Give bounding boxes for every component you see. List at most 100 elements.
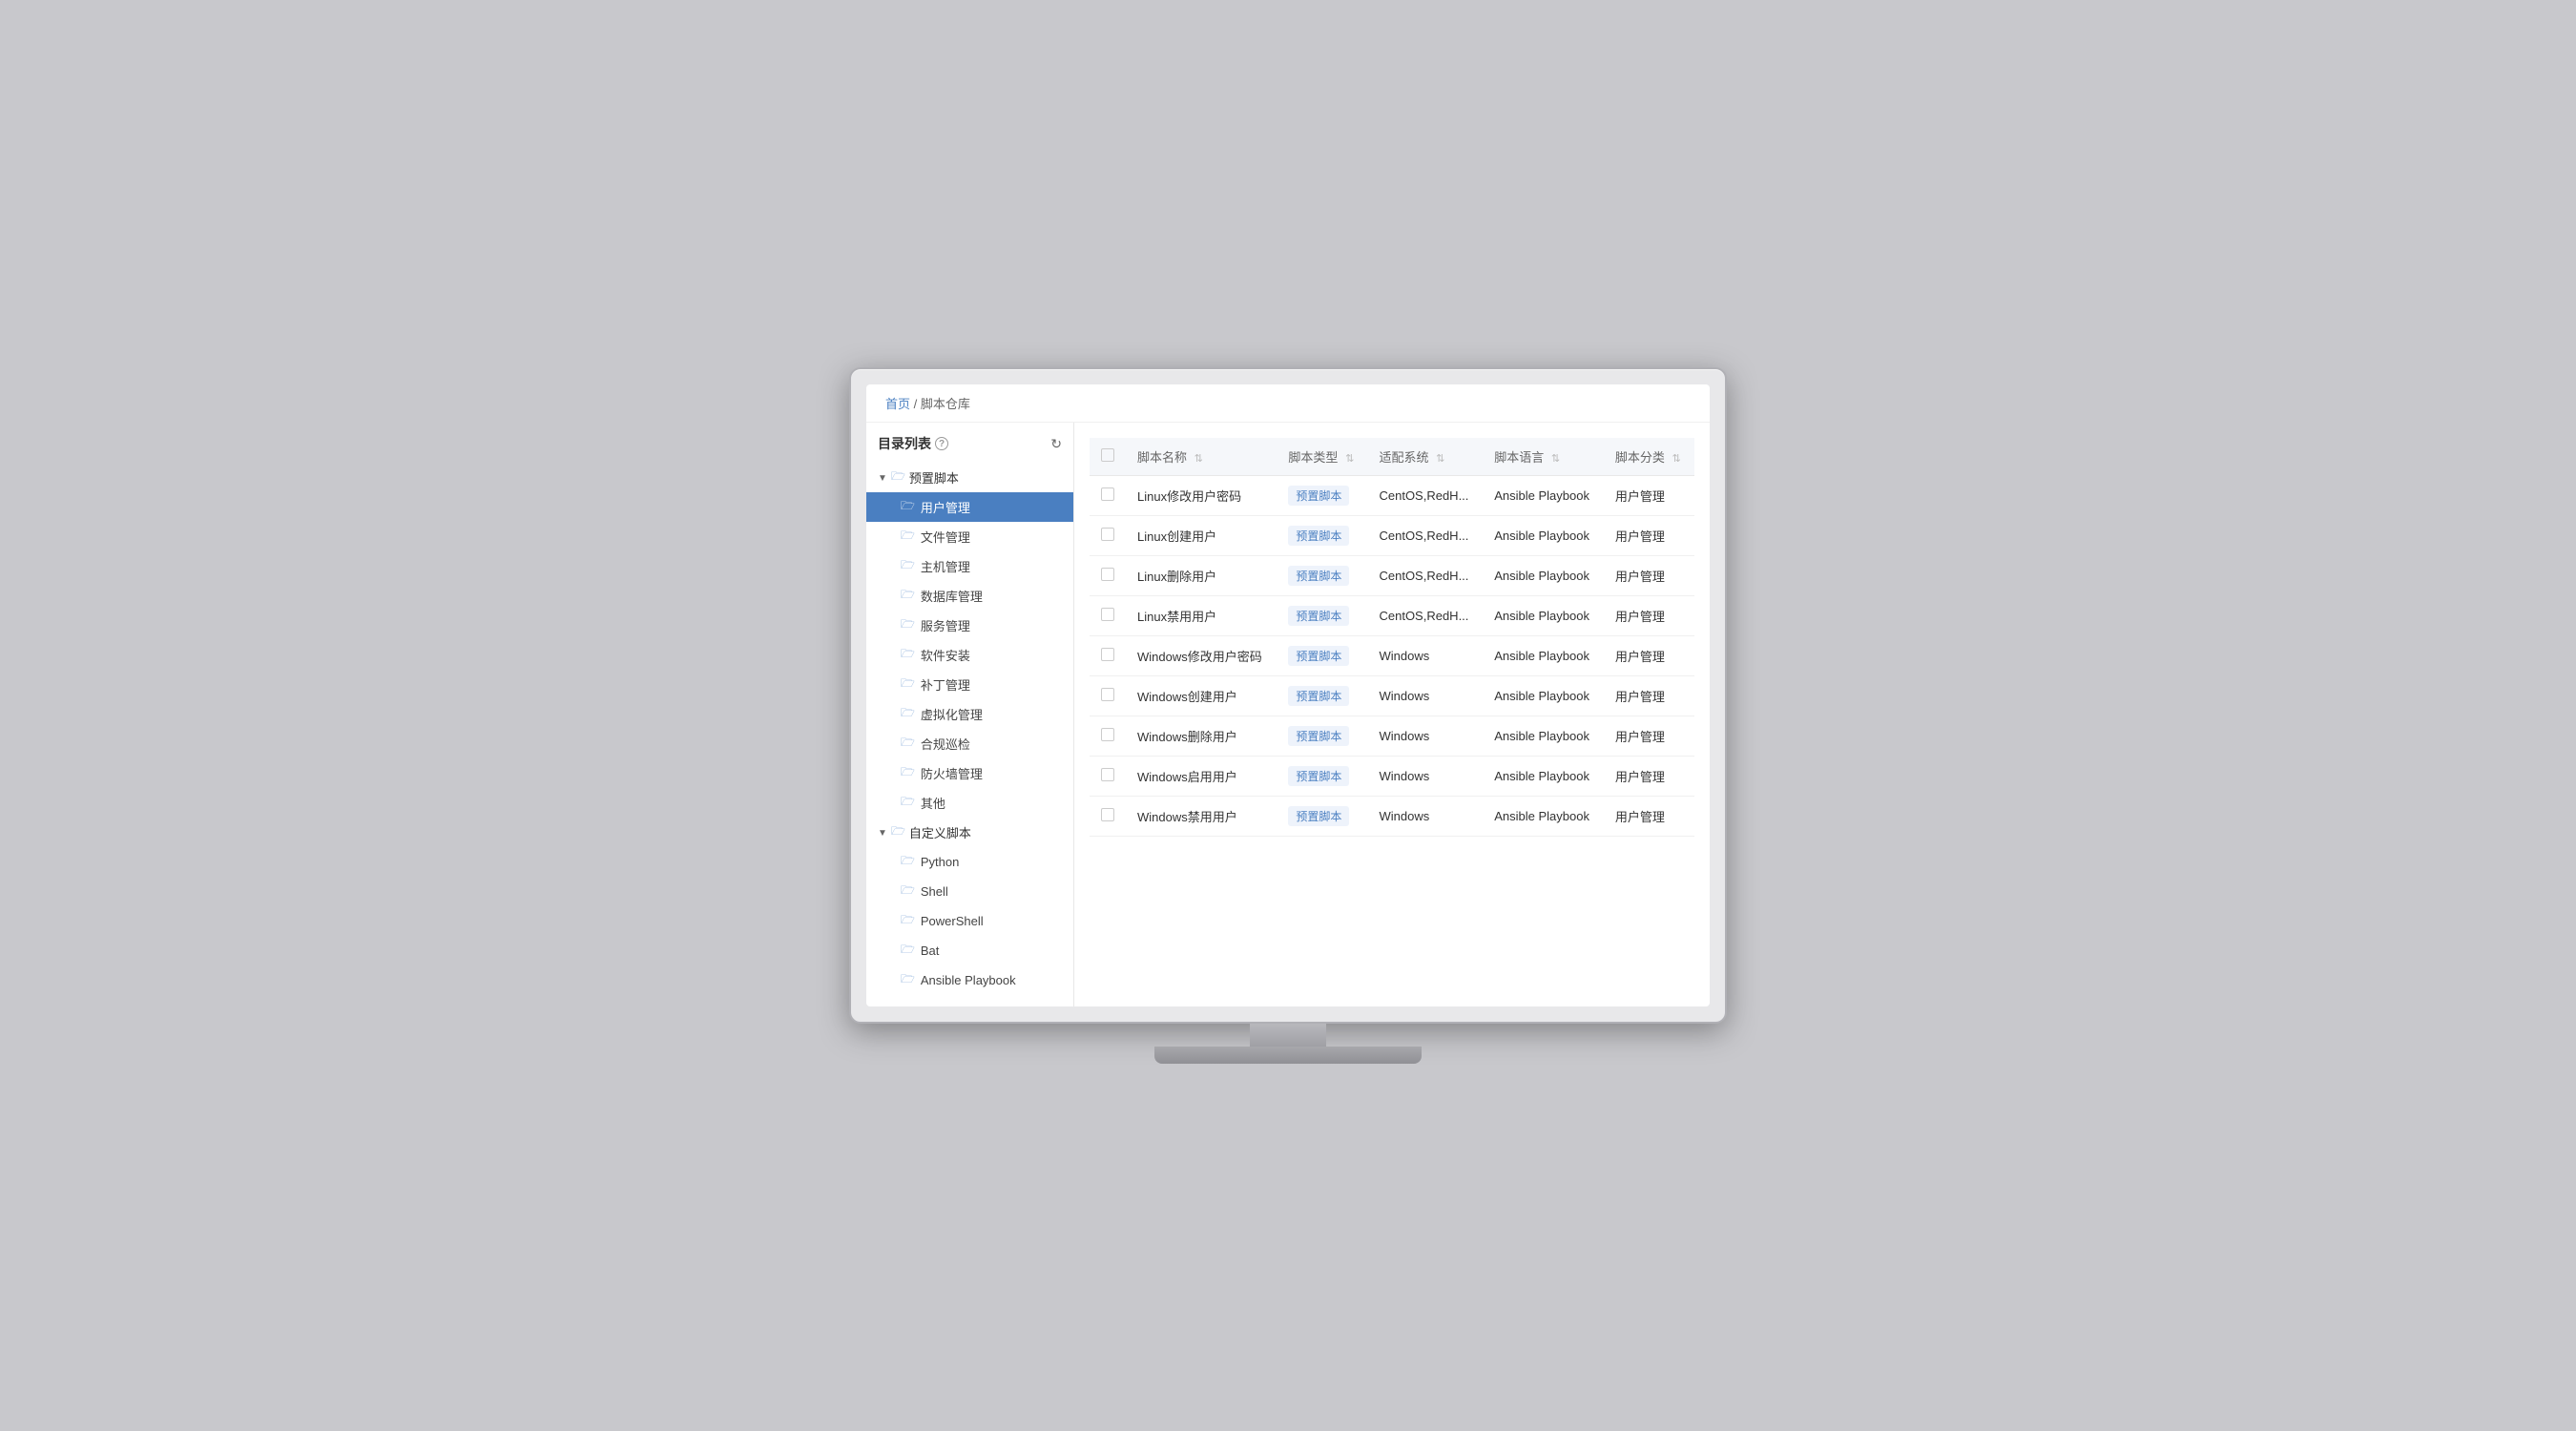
row-type-0: 预置脚本 bbox=[1277, 476, 1367, 516]
folder-icon-powershell: 🗁 bbox=[901, 911, 915, 931]
refresh-icon[interactable]: ↻ bbox=[1050, 436, 1062, 452]
arrow-custom: ▼ bbox=[878, 828, 887, 838]
row-os-8: Windows bbox=[1367, 797, 1483, 837]
sidebar-item-host-mgmt[interactable]: 🗁 主机管理 bbox=[866, 551, 1073, 581]
select-all-checkbox[interactable] bbox=[1101, 448, 1114, 462]
row-checkbox-7[interactable] bbox=[1101, 768, 1114, 781]
table-header-row: 脚本名称 ⇅ 脚本类型 ⇅ 适配系统 ⇅ bbox=[1090, 438, 1694, 476]
table-row[interactable]: Linux创建用户 预置脚本 CentOS,RedH... Ansible Pl… bbox=[1090, 516, 1694, 556]
row-lang-5: Ansible Playbook bbox=[1483, 676, 1604, 716]
folder-icon-file-mgmt: 🗁 bbox=[901, 527, 915, 547]
sidebar-label-shell: Shell bbox=[921, 884, 948, 899]
row-category-3: 用户管理 bbox=[1604, 596, 1694, 636]
header-type: 脚本类型 ⇅ bbox=[1277, 438, 1367, 476]
sort-icon-lang[interactable]: ⇅ bbox=[1551, 452, 1560, 465]
table-row[interactable]: Linux禁用用户 预置脚本 CentOS,RedH... Ansible Pl… bbox=[1090, 596, 1694, 636]
table-row[interactable]: Linux修改用户密码 预置脚本 CentOS,RedH... Ansible … bbox=[1090, 476, 1694, 516]
sidebar-item-db-mgmt[interactable]: 🗁 数据库管理 bbox=[866, 581, 1073, 611]
sidebar-item-firewall-mgmt[interactable]: 🗁 防火墙管理 bbox=[866, 758, 1073, 788]
row-checkbox-3[interactable] bbox=[1101, 608, 1114, 621]
header-category: 脚本分类 ⇅ bbox=[1604, 438, 1694, 476]
folder-icon-preset: 🗁 bbox=[891, 467, 905, 487]
row-category-7: 用户管理 bbox=[1604, 757, 1694, 797]
header-os: 适配系统 ⇅ bbox=[1367, 438, 1483, 476]
row-checkbox-cell bbox=[1090, 797, 1126, 837]
header-name: 脚本名称 ⇅ bbox=[1126, 438, 1277, 476]
folder-icon-shell: 🗁 bbox=[901, 881, 915, 902]
row-category-2: 用户管理 bbox=[1604, 556, 1694, 596]
table-row[interactable]: Windows禁用用户 预置脚本 Windows Ansible Playboo… bbox=[1090, 797, 1694, 837]
row-checkbox-6[interactable] bbox=[1101, 728, 1114, 741]
folder-icon-compliance: 🗁 bbox=[901, 734, 915, 754]
sidebar-item-bat[interactable]: 🗁 Bat bbox=[866, 936, 1073, 965]
sidebar-item-ansible[interactable]: 🗁 Ansible Playbook bbox=[866, 965, 1073, 995]
row-name-2: Linux删除用户 bbox=[1126, 556, 1277, 596]
tree-group-preset[interactable]: ▼ 🗁 预置脚本 bbox=[866, 463, 1073, 492]
header-lang: 脚本语言 ⇅ bbox=[1483, 438, 1604, 476]
row-lang-0: Ansible Playbook bbox=[1483, 476, 1604, 516]
sidebar-header: 目录列表 ? ↻ bbox=[866, 434, 1073, 463]
sidebar-label-db-mgmt: 数据库管理 bbox=[921, 587, 983, 605]
sidebar-item-python[interactable]: 🗁 Python bbox=[866, 847, 1073, 877]
folder-icon-firewall-mgmt: 🗁 bbox=[901, 763, 915, 783]
folder-icon-svc-mgmt: 🗁 bbox=[901, 615, 915, 635]
folder-icon-virt-mgmt: 🗁 bbox=[901, 704, 915, 724]
row-os-4: Windows bbox=[1367, 636, 1483, 676]
tree-group-custom[interactable]: ▼ 🗁 自定义脚本 bbox=[866, 818, 1073, 847]
sidebar-label-virt-mgmt: 虚拟化管理 bbox=[921, 705, 983, 723]
sidebar-item-compliance[interactable]: 🗁 合规巡检 bbox=[866, 729, 1073, 758]
sidebar-item-shell[interactable]: 🗁 Shell bbox=[866, 877, 1073, 906]
sidebar-item-powershell[interactable]: 🗁 PowerShell bbox=[866, 906, 1073, 936]
sidebar-item-svc-mgmt[interactable]: 🗁 服务管理 bbox=[866, 611, 1073, 640]
table-row[interactable]: Linux删除用户 预置脚本 CentOS,RedH... Ansible Pl… bbox=[1090, 556, 1694, 596]
sidebar-item-file-mgmt[interactable]: 🗁 文件管理 bbox=[866, 522, 1073, 551]
help-icon[interactable]: ? bbox=[935, 437, 948, 450]
folder-icon-sw-install: 🗁 bbox=[901, 645, 915, 665]
sidebar-label-other: 其他 bbox=[921, 794, 945, 812]
row-lang-4: Ansible Playbook bbox=[1483, 636, 1604, 676]
row-name-0: Linux修改用户密码 bbox=[1126, 476, 1277, 516]
sidebar-item-patch-mgmt[interactable]: 🗁 补丁管理 bbox=[866, 670, 1073, 699]
table-body: Linux修改用户密码 预置脚本 CentOS,RedH... Ansible … bbox=[1090, 476, 1694, 837]
row-category-8: 用户管理 bbox=[1604, 797, 1694, 837]
breadcrumb: 首页 / 脚本仓库 bbox=[866, 384, 1710, 423]
sidebar-item-user-mgmt[interactable]: 🗁 用户管理 bbox=[866, 492, 1073, 522]
sort-icon-type[interactable]: ⇅ bbox=[1345, 452, 1354, 465]
row-checkbox-2[interactable] bbox=[1101, 568, 1114, 581]
row-type-6: 预置脚本 bbox=[1277, 716, 1367, 757]
sidebar-item-virt-mgmt[interactable]: 🗁 虚拟化管理 bbox=[866, 699, 1073, 729]
table-row[interactable]: Windows创建用户 预置脚本 Windows Ansible Playboo… bbox=[1090, 676, 1694, 716]
breadcrumb-home[interactable]: 首页 bbox=[885, 397, 910, 411]
sort-icon-name[interactable]: ⇅ bbox=[1195, 452, 1203, 465]
row-lang-7: Ansible Playbook bbox=[1483, 757, 1604, 797]
table-row[interactable]: Windows删除用户 预置脚本 Windows Ansible Playboo… bbox=[1090, 716, 1694, 757]
sidebar-label-sw-install: 软件安装 bbox=[921, 646, 970, 664]
folder-icon-ansible: 🗁 bbox=[901, 970, 915, 990]
scripts-table: 脚本名称 ⇅ 脚本类型 ⇅ 适配系统 ⇅ bbox=[1090, 438, 1694, 837]
row-checkbox-0[interactable] bbox=[1101, 487, 1114, 501]
sidebar-item-sw-install[interactable]: 🗁 软件安装 bbox=[866, 640, 1073, 670]
app-body: 目录列表 ? ↻ ▼ 🗁 预置脚本 bbox=[866, 423, 1710, 1006]
row-type-5: 预置脚本 bbox=[1277, 676, 1367, 716]
row-name-3: Linux禁用用户 bbox=[1126, 596, 1277, 636]
table-row[interactable]: Windows启用用户 预置脚本 Windows Ansible Playboo… bbox=[1090, 757, 1694, 797]
table-row[interactable]: Windows修改用户密码 预置脚本 Windows Ansible Playb… bbox=[1090, 636, 1694, 676]
row-lang-2: Ansible Playbook bbox=[1483, 556, 1604, 596]
row-checkbox-1[interactable] bbox=[1101, 528, 1114, 541]
row-checkbox-8[interactable] bbox=[1101, 808, 1114, 821]
row-lang-3: Ansible Playbook bbox=[1483, 596, 1604, 636]
row-checkbox-4[interactable] bbox=[1101, 648, 1114, 661]
sort-icon-os[interactable]: ⇅ bbox=[1436, 452, 1444, 465]
row-checkbox-5[interactable] bbox=[1101, 688, 1114, 701]
row-os-7: Windows bbox=[1367, 757, 1483, 797]
sidebar-item-other[interactable]: 🗁 其他 bbox=[866, 788, 1073, 818]
sort-icon-category[interactable]: ⇅ bbox=[1672, 452, 1681, 465]
row-name-7: Windows启用用户 bbox=[1126, 757, 1277, 797]
row-checkbox-cell bbox=[1090, 556, 1126, 596]
row-type-2: 预置脚本 bbox=[1277, 556, 1367, 596]
sidebar: 目录列表 ? ↻ ▼ 🗁 预置脚本 bbox=[866, 423, 1074, 1006]
row-os-1: CentOS,RedH... bbox=[1367, 516, 1483, 556]
row-type-4: 预置脚本 bbox=[1277, 636, 1367, 676]
row-os-5: Windows bbox=[1367, 676, 1483, 716]
sidebar-label-powershell: PowerShell bbox=[921, 914, 984, 928]
